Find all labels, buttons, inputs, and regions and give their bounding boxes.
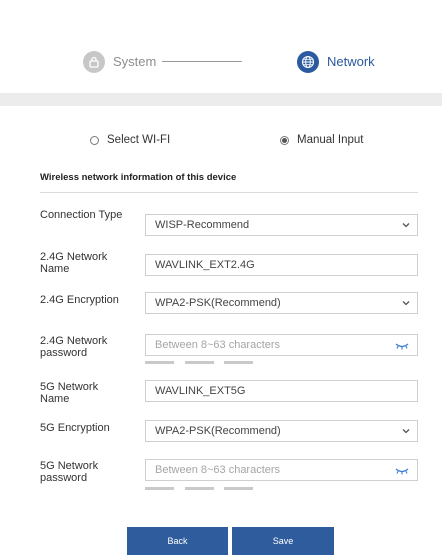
globe-icon bbox=[301, 55, 315, 69]
ssid-24-input[interactable]: WAVLINK_EXT2.4G bbox=[145, 254, 418, 276]
pwd-5-label: 5G Network password bbox=[40, 460, 99, 484]
radio-select-wifi-label: Select WI-FI bbox=[107, 134, 171, 146]
chevron-down-icon bbox=[402, 223, 410, 228]
save-button[interactable]: Save bbox=[232, 527, 334, 555]
radio-manual-input-label: Manual Input bbox=[297, 134, 364, 146]
ssid-5-value: WAVLINK_EXT5G bbox=[155, 385, 246, 397]
step-connector bbox=[162, 61, 242, 62]
enc-5-value: WPA2-PSK(Recommend) bbox=[155, 425, 281, 437]
connection-type-label: Connection Type bbox=[40, 209, 123, 221]
pwd-24-input[interactable]: Between 8~63 characters bbox=[145, 334, 418, 356]
step-network-icon bbox=[297, 51, 319, 73]
lock-icon bbox=[89, 56, 99, 68]
ssid-24-value: WAVLINK_EXT2.4G bbox=[155, 259, 255, 271]
pwd-5-strength-2 bbox=[185, 487, 214, 490]
pwd-24-strength-1 bbox=[145, 361, 174, 364]
radio-select-wifi[interactable]: Select WI-FI bbox=[90, 134, 170, 146]
enc-24-select[interactable]: WPA2-PSK(Recommend) bbox=[145, 292, 418, 314]
pwd-24-label: 2.4G Network password bbox=[40, 335, 108, 359]
connection-type-select[interactable]: WISP-Recommend bbox=[145, 214, 418, 236]
chevron-down-icon bbox=[402, 429, 410, 434]
enc-24-value: WPA2-PSK(Recommend) bbox=[155, 297, 281, 309]
step-system-label: System bbox=[113, 54, 157, 69]
pwd-5-placeholder: Between 8~63 characters bbox=[155, 464, 281, 476]
pwd-24-strength-3 bbox=[224, 361, 253, 364]
enc-24-label: 2.4G Encryption bbox=[40, 294, 119, 306]
connection-type-value: WISP-Recommend bbox=[155, 219, 250, 231]
section-divider bbox=[40, 192, 418, 193]
pwd-24-strength-2 bbox=[185, 361, 214, 364]
radio-circle-selected[interactable] bbox=[280, 135, 289, 145]
enc-5-label: 5G Encryption bbox=[40, 422, 110, 434]
enc-5-select[interactable]: WPA2-PSK(Recommend) bbox=[145, 420, 418, 442]
radio-circle[interactable] bbox=[90, 135, 99, 145]
ssid-5-input[interactable]: WAVLINK_EXT5G bbox=[145, 380, 418, 402]
eye-closed-icon[interactable] bbox=[395, 341, 409, 351]
back-button[interactable]: Back bbox=[127, 527, 228, 555]
pwd-24-placeholder: Between 8~63 characters bbox=[155, 339, 281, 351]
pwd-5-strength-3 bbox=[224, 487, 253, 490]
step-network-label: Network bbox=[327, 54, 375, 69]
section-title: Wireless network information of this dev… bbox=[40, 172, 237, 183]
radio-manual-input[interactable]: Manual Input bbox=[280, 134, 364, 146]
pwd-5-strength-1 bbox=[145, 487, 174, 490]
ssid-5-label: 5G Network Name bbox=[40, 381, 99, 405]
eye-closed-icon[interactable] bbox=[395, 466, 409, 476]
ssid-24-label: 2.4G Network Name bbox=[40, 251, 108, 275]
chevron-down-icon bbox=[402, 301, 410, 306]
divider-band bbox=[0, 93, 442, 106]
pwd-5-input[interactable]: Between 8~63 characters bbox=[145, 459, 418, 481]
step-system-icon bbox=[83, 51, 105, 73]
